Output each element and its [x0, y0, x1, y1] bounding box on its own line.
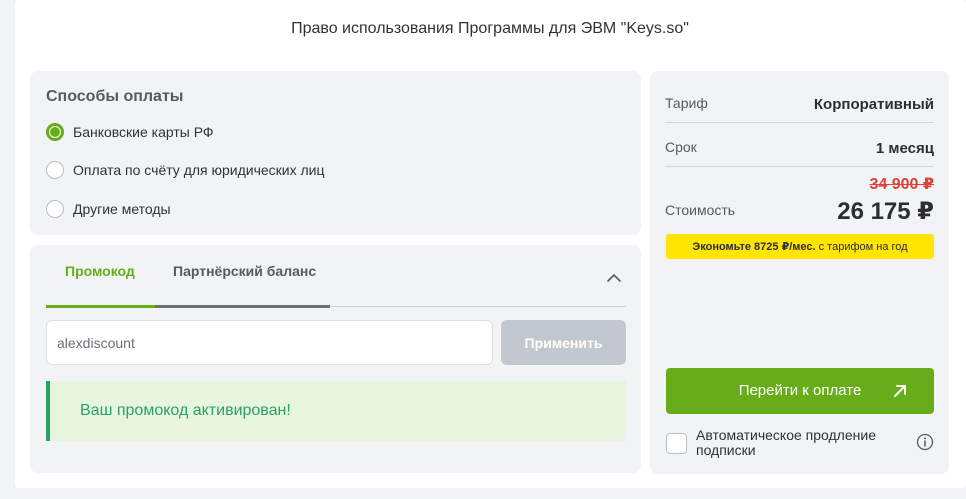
tab-partner-balance[interactable]: Партнёрский баланс	[173, 263, 316, 279]
tab-promocode-indicator	[46, 305, 155, 308]
divider	[665, 166, 934, 167]
auto-renew-checkbox[interactable]	[666, 433, 687, 454]
tariff-value: Корпоративный	[813, 96, 934, 113]
promo-panel: Промокод Партнёрский баланс Применить Ва…	[30, 245, 641, 473]
info-icon[interactable]	[916, 433, 934, 451]
cost-label: Стоимость	[665, 202, 736, 218]
tab-partner-indicator	[155, 305, 330, 308]
savings-badge: Экономьте 8725 ₽/мес. с тарифом на год	[666, 234, 934, 259]
apply-button[interactable]: Применить	[501, 320, 626, 365]
payment-option-label: Банковские карты РФ	[73, 124, 214, 140]
payment-option-other[interactable]: Другие методы	[46, 197, 171, 221]
payment-option-bank-cards[interactable]: Банковские карты РФ	[46, 120, 214, 144]
auto-renew-label: Автоматическое продление подписки	[696, 427, 876, 458]
payment-option-invoice[interactable]: Оплата по счёту для юридических лиц	[46, 158, 325, 182]
proceed-to-payment-button[interactable]: Перейти к оплате	[666, 368, 934, 414]
tariff-label: Тариф	[665, 95, 708, 111]
order-summary-panel: Тариф Корпоративный Срок 1 месяц Стоимос…	[650, 71, 949, 474]
arrow-up-right-icon	[894, 385, 906, 397]
promo-success-alert: Ваш промокод активирован!	[46, 381, 626, 441]
promo-code-input[interactable]	[46, 320, 493, 365]
radio-bank-cards[interactable]	[46, 123, 64, 141]
radio-invoice[interactable]	[46, 161, 64, 179]
payment-option-label: Оплата по счёту для юридических лиц	[73, 162, 325, 178]
period-label: Срок	[665, 139, 697, 155]
new-price: 26 175 ₽	[837, 198, 934, 225]
chevron-up-icon[interactable]	[605, 271, 623, 285]
divider	[665, 122, 934, 123]
payment-methods-title: Способы оплаты	[46, 88, 184, 105]
old-price: 34 900 ₽	[869, 176, 934, 193]
radio-other[interactable]	[46, 200, 64, 218]
payment-option-label: Другие методы	[73, 201, 171, 217]
page-title: Право использования Программы для ЭВМ "K…	[291, 20, 689, 37]
promo-success-message: Ваш промокод активирован!	[80, 402, 291, 419]
period-value: 1 месяц	[875, 140, 934, 157]
savings-badge-bold: Экономьте 8725 ₽/мес.	[692, 241, 816, 253]
tab-promocode[interactable]: Промокод	[65, 263, 135, 279]
payment-methods-panel: Способы оплаты Банковские карты РФ Оплат…	[30, 71, 641, 235]
savings-badge-text: с тарифом на год	[818, 240, 908, 253]
